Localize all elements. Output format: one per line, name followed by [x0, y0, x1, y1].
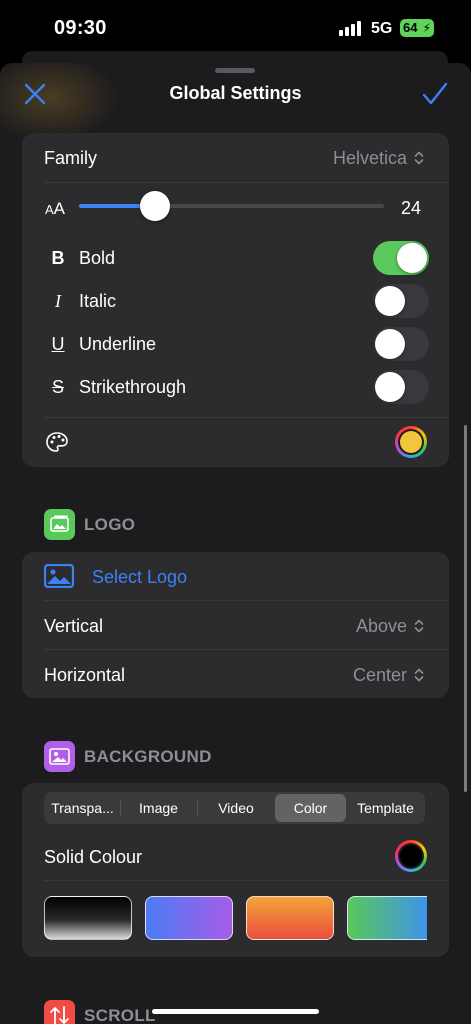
background-settings-card: Transpa... Image Video Color Template So… — [22, 783, 449, 957]
underline-row: U Underline — [22, 323, 449, 366]
bold-icon: B — [51, 248, 65, 268]
chevron-up-down-icon — [414, 619, 424, 633]
font-color-swatch — [400, 431, 422, 453]
select-logo-row[interactable]: Select Logo — [22, 552, 449, 600]
page-title: Global Settings — [169, 83, 302, 103]
palette-icon — [46, 432, 68, 452]
logo-settings-card: Select Logo Vertical Above Horizontal Ce… — [22, 552, 449, 698]
solid-colour-row[interactable]: Solid Colour — [22, 832, 449, 880]
tab-template[interactable]: Template — [348, 794, 423, 822]
gradient-swatch-strip — [44, 896, 427, 942]
sheet-grabber[interactable] — [215, 68, 255, 73]
vertical-row[interactable]: Vertical Above — [22, 601, 449, 649]
solid-colour-swatch — [400, 845, 422, 867]
horizontal-row[interactable]: Horizontal Center — [22, 650, 449, 698]
network-type: 5G — [371, 20, 393, 37]
gradient-swatch-blue-purple[interactable] — [145, 896, 233, 940]
chevron-up-down-icon — [414, 151, 424, 165]
vertical-scrollbar[interactable] — [464, 425, 467, 792]
photo-icon — [44, 564, 74, 588]
background-section-icon — [44, 741, 75, 772]
horizontal-value[interactable]: Center — [353, 665, 407, 686]
gradient-swatch-black[interactable] — [44, 896, 132, 940]
solid-colour-well[interactable] — [395, 840, 427, 872]
battery-level: 64 — [403, 20, 418, 35]
font-family-row[interactable]: Family Helvetica — [22, 133, 449, 182]
select-logo-label[interactable]: Select Logo — [92, 567, 187, 588]
toggle-knob — [375, 329, 405, 359]
toggle-knob — [375, 286, 405, 316]
tab-image[interactable]: Image — [121, 794, 196, 822]
solid-colour-label: Solid Colour — [44, 847, 143, 867]
logo-section-icon — [44, 509, 75, 540]
checkmark-icon[interactable] — [421, 81, 449, 107]
font-size-slider[interactable] — [79, 191, 384, 221]
chevron-up-down-icon — [414, 668, 424, 682]
font-family-value[interactable]: Helvetica — [333, 148, 407, 169]
italic-toggle[interactable] — [373, 284, 429, 318]
underline-toggle[interactable] — [373, 327, 429, 361]
underline-label: Underline — [79, 334, 157, 354]
logo-section-title: LOGO — [84, 515, 136, 534]
home-indicator[interactable] — [152, 1009, 319, 1014]
slider-thumb[interactable] — [140, 191, 171, 221]
scroll-section-title: SCROLL — [84, 1006, 156, 1024]
bold-label: Bold — [79, 248, 116, 268]
tab-transparent[interactable]: Transpa... — [46, 794, 119, 822]
horizontal-label: Horizontal — [44, 665, 126, 685]
bold-row: B Bold — [22, 237, 449, 280]
italic-label: Italic — [79, 291, 117, 311]
background-section-title: BACKGROUND — [84, 747, 212, 766]
global-settings-sheet: Global Settings Family Helvetica AA 24 B… — [0, 63, 471, 1024]
toggle-knob — [375, 372, 405, 402]
font-size-icon: AA — [45, 199, 66, 218]
divider — [44, 880, 449, 881]
font-size-row: AA 24 — [22, 183, 449, 233]
gradient-swatch-orange-red[interactable] — [246, 896, 334, 940]
font-size-value: 24 — [400, 198, 421, 218]
underline-icon: U — [51, 334, 65, 354]
charging-bolt-icon: ⚡ — [422, 21, 431, 35]
gradient-swatch-green-blue[interactable] — [347, 896, 427, 940]
toggle-knob — [397, 243, 427, 273]
vertical-label: Vertical — [44, 616, 104, 636]
strikethrough-toggle[interactable] — [373, 370, 429, 404]
font-color-well[interactable] — [395, 426, 427, 458]
scroll-section-icon — [44, 1000, 75, 1024]
background-type-segmented-control: Transpa... Image Video Color Template — [44, 792, 425, 824]
strikethrough-icon: S — [51, 377, 64, 397]
vertical-value[interactable]: Above — [356, 616, 407, 637]
strikethrough-label: Strikethrough — [79, 377, 187, 397]
font-color-row[interactable] — [22, 418, 449, 467]
status-bar: 09:30 5G 64 ⚡ — [0, 0, 471, 56]
tab-video[interactable]: Video — [198, 794, 274, 822]
battery-indicator: 64 ⚡ — [400, 19, 434, 37]
tab-color[interactable]: Color — [275, 794, 346, 822]
font-family-label: Family — [44, 148, 97, 168]
italic-row: I Italic — [22, 280, 449, 323]
status-time: 09:30 — [54, 17, 107, 39]
bold-toggle[interactable] — [373, 241, 429, 275]
cellular-signal-icon — [339, 21, 361, 36]
strikethrough-row: S Strikethrough — [22, 366, 449, 409]
italic-icon: I — [55, 291, 61, 311]
font-settings-card: Family Helvetica AA 24 B Bold I Italic U… — [22, 133, 449, 467]
